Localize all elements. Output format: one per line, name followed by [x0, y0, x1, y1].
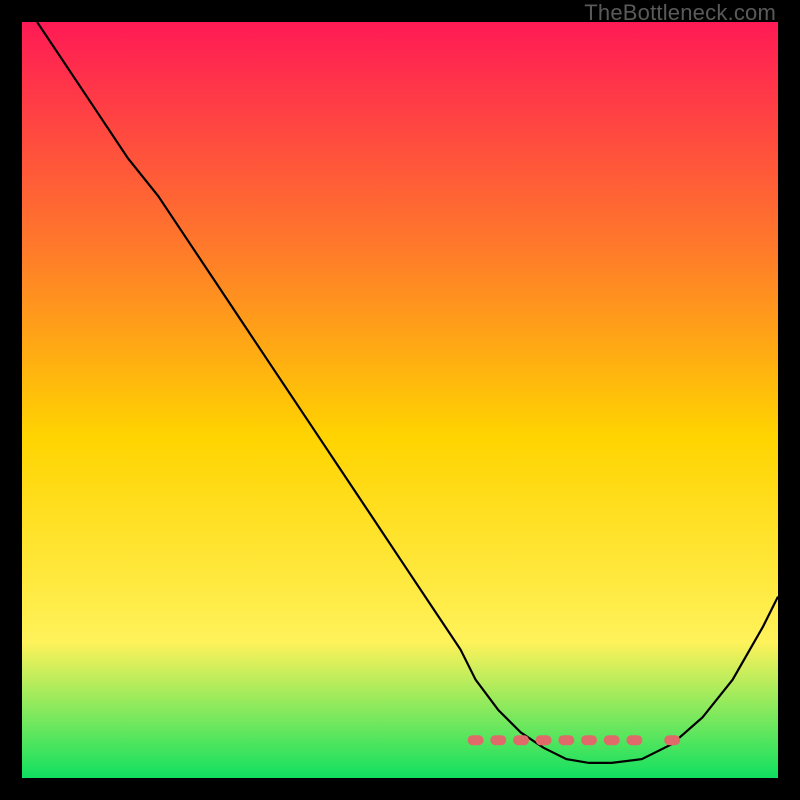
optimal-marker [490, 735, 506, 745]
optimal-marker [513, 735, 529, 745]
optimal-marker [664, 735, 680, 745]
gradient-background [22, 22, 778, 778]
chart-frame [22, 22, 778, 778]
optimal-marker [468, 735, 484, 745]
optimal-marker [604, 735, 620, 745]
optimal-marker [581, 735, 597, 745]
optimal-marker [558, 735, 574, 745]
chart-svg [22, 22, 778, 778]
optimal-marker [536, 735, 552, 745]
optimal-marker [626, 735, 642, 745]
